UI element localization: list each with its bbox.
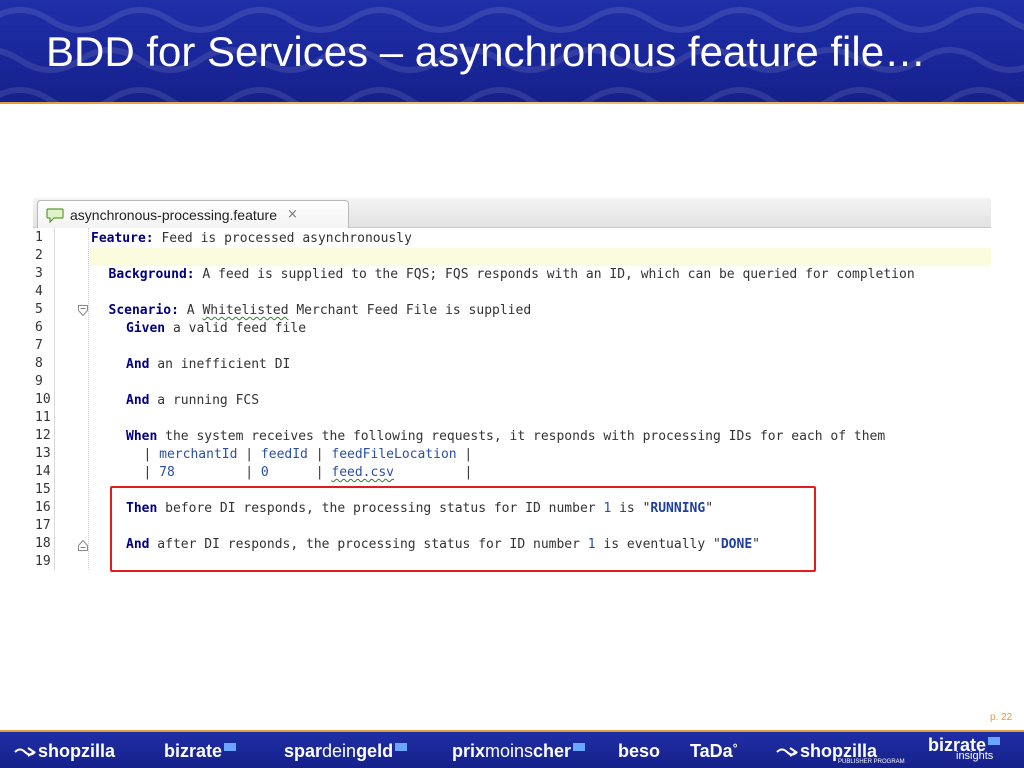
brand-logo-spardeingeld: spardeingeld bbox=[284, 741, 408, 762]
tab-feature-file[interactable]: asynchronous-processing.feature × bbox=[37, 200, 349, 228]
brand-logo-shopzilla: shopzilla bbox=[14, 741, 115, 762]
shopzilla-arrow-icon bbox=[776, 747, 798, 758]
brand-logo-bizrate: bizrate bbox=[164, 741, 237, 762]
code-line: Background: A feed is supplied to the FQ… bbox=[33, 266, 991, 284]
brand-text: spar bbox=[284, 741, 323, 761]
brand-text-light: dein bbox=[322, 741, 357, 761]
code-line: When the system receives the following r… bbox=[33, 428, 991, 446]
brand-flag-icon bbox=[573, 743, 586, 751]
speech-bubble-icon bbox=[46, 207, 64, 223]
code-line: Feature: Feed is processed asynchronousl… bbox=[33, 230, 991, 248]
code-token: a valid feed file bbox=[165, 321, 307, 336]
code-token: feed.csv bbox=[331, 465, 394, 480]
shopzilla-arrow-icon bbox=[14, 747, 36, 758]
brand-text: geld bbox=[356, 741, 394, 761]
brand-subtitle: PUBLISHER PROGRAM bbox=[838, 759, 905, 765]
code-line: And an inefficient DI bbox=[33, 356, 991, 374]
code-token: a running FCS bbox=[149, 393, 260, 408]
brand-logo-prixmoinscher: prixmoinscher bbox=[452, 741, 586, 762]
gherkin-keyword: Feature: bbox=[91, 231, 154, 246]
code-token: feedId bbox=[260, 447, 308, 462]
code-token: Merchant Feed File is supplied bbox=[288, 303, 532, 318]
header-rule bbox=[0, 102, 1024, 104]
code-line: And a running FCS bbox=[33, 392, 991, 410]
tada-bubbles-icon: ° bbox=[732, 741, 738, 755]
code-token: | bbox=[237, 447, 261, 462]
code-token: | bbox=[394, 465, 473, 480]
code-token: 0 bbox=[260, 465, 308, 480]
code-token: | bbox=[143, 465, 160, 480]
brand-flag-icon bbox=[224, 743, 237, 751]
gherkin-keyword: And bbox=[126, 393, 150, 408]
code-token: | bbox=[143, 447, 160, 462]
highlight-callout-box bbox=[110, 486, 816, 572]
brand-text: prix bbox=[452, 741, 486, 761]
brand-flag-icon bbox=[988, 737, 1001, 745]
tab-label: asynchronous-processing.feature bbox=[70, 206, 278, 223]
brand-logo-shopzilla-publisher: shopzilla PUBLISHER PROGRAM bbox=[776, 741, 905, 765]
gherkin-keyword: Background: bbox=[108, 267, 195, 282]
gherkin-keyword: Scenario: bbox=[108, 303, 179, 318]
brand-subtitle: insights bbox=[956, 750, 994, 762]
code-line: | merchantId | feedId | feedFileLocation… bbox=[33, 446, 991, 464]
brand-logo-bizrate-insights: bizrate insights bbox=[928, 735, 1001, 762]
brand-text: TaDa bbox=[690, 741, 733, 761]
slide-title: BDD for Services – asynchronous feature … bbox=[46, 28, 927, 75]
gherkin-keyword: Given bbox=[126, 321, 166, 336]
brand-text: cher bbox=[533, 741, 572, 761]
code-token: merchantId bbox=[159, 447, 238, 462]
code-token: | bbox=[307, 447, 332, 462]
code-token: 78 bbox=[159, 465, 238, 480]
gherkin-keyword: And bbox=[126, 357, 150, 372]
code-line: | 78 | 0 | feed.csv | bbox=[33, 464, 991, 482]
page-number: p. 22 bbox=[990, 712, 1013, 723]
code-line: Scenario: A Whitelisted Merchant Feed Fi… bbox=[33, 302, 991, 320]
code-token: A feed is supplied to the FQS; FQS respo… bbox=[194, 267, 915, 282]
brand-footer: shopzilla bizrate spardeingeld prixmoinsche… bbox=[0, 730, 1024, 768]
code-token: A bbox=[178, 303, 203, 318]
editor-tab-strip: asynchronous-processing.feature × bbox=[33, 198, 991, 228]
brand-text: shopzilla bbox=[38, 741, 116, 761]
brand-logo-beso: beso bbox=[618, 741, 660, 762]
code-token: Feed is processed asynchronously bbox=[153, 231, 412, 246]
code-token: | bbox=[456, 447, 473, 462]
gherkin-keyword: When bbox=[126, 429, 158, 444]
brand-text: bizrate bbox=[164, 741, 223, 761]
code-token: feedFileLocation bbox=[331, 447, 457, 462]
code-token: an inefficient DI bbox=[149, 357, 291, 372]
code-token: the system receives the following reques… bbox=[157, 429, 886, 444]
brand-text-light: moins bbox=[485, 741, 534, 761]
brand-text: beso bbox=[618, 741, 661, 761]
code-token: Whitelisted bbox=[202, 303, 289, 318]
brand-text: shopzilla bbox=[800, 741, 878, 761]
code-line: Given a valid feed file bbox=[33, 320, 991, 338]
code-token: | bbox=[307, 465, 332, 480]
brand-flag-icon bbox=[395, 743, 408, 751]
slide-header: BDD for Services – asynchronous feature … bbox=[0, 0, 1024, 104]
tab-close-icon[interactable]: × bbox=[287, 207, 298, 222]
code-token: | bbox=[237, 465, 261, 480]
brand-logo-tada: TaDa° bbox=[690, 741, 738, 762]
